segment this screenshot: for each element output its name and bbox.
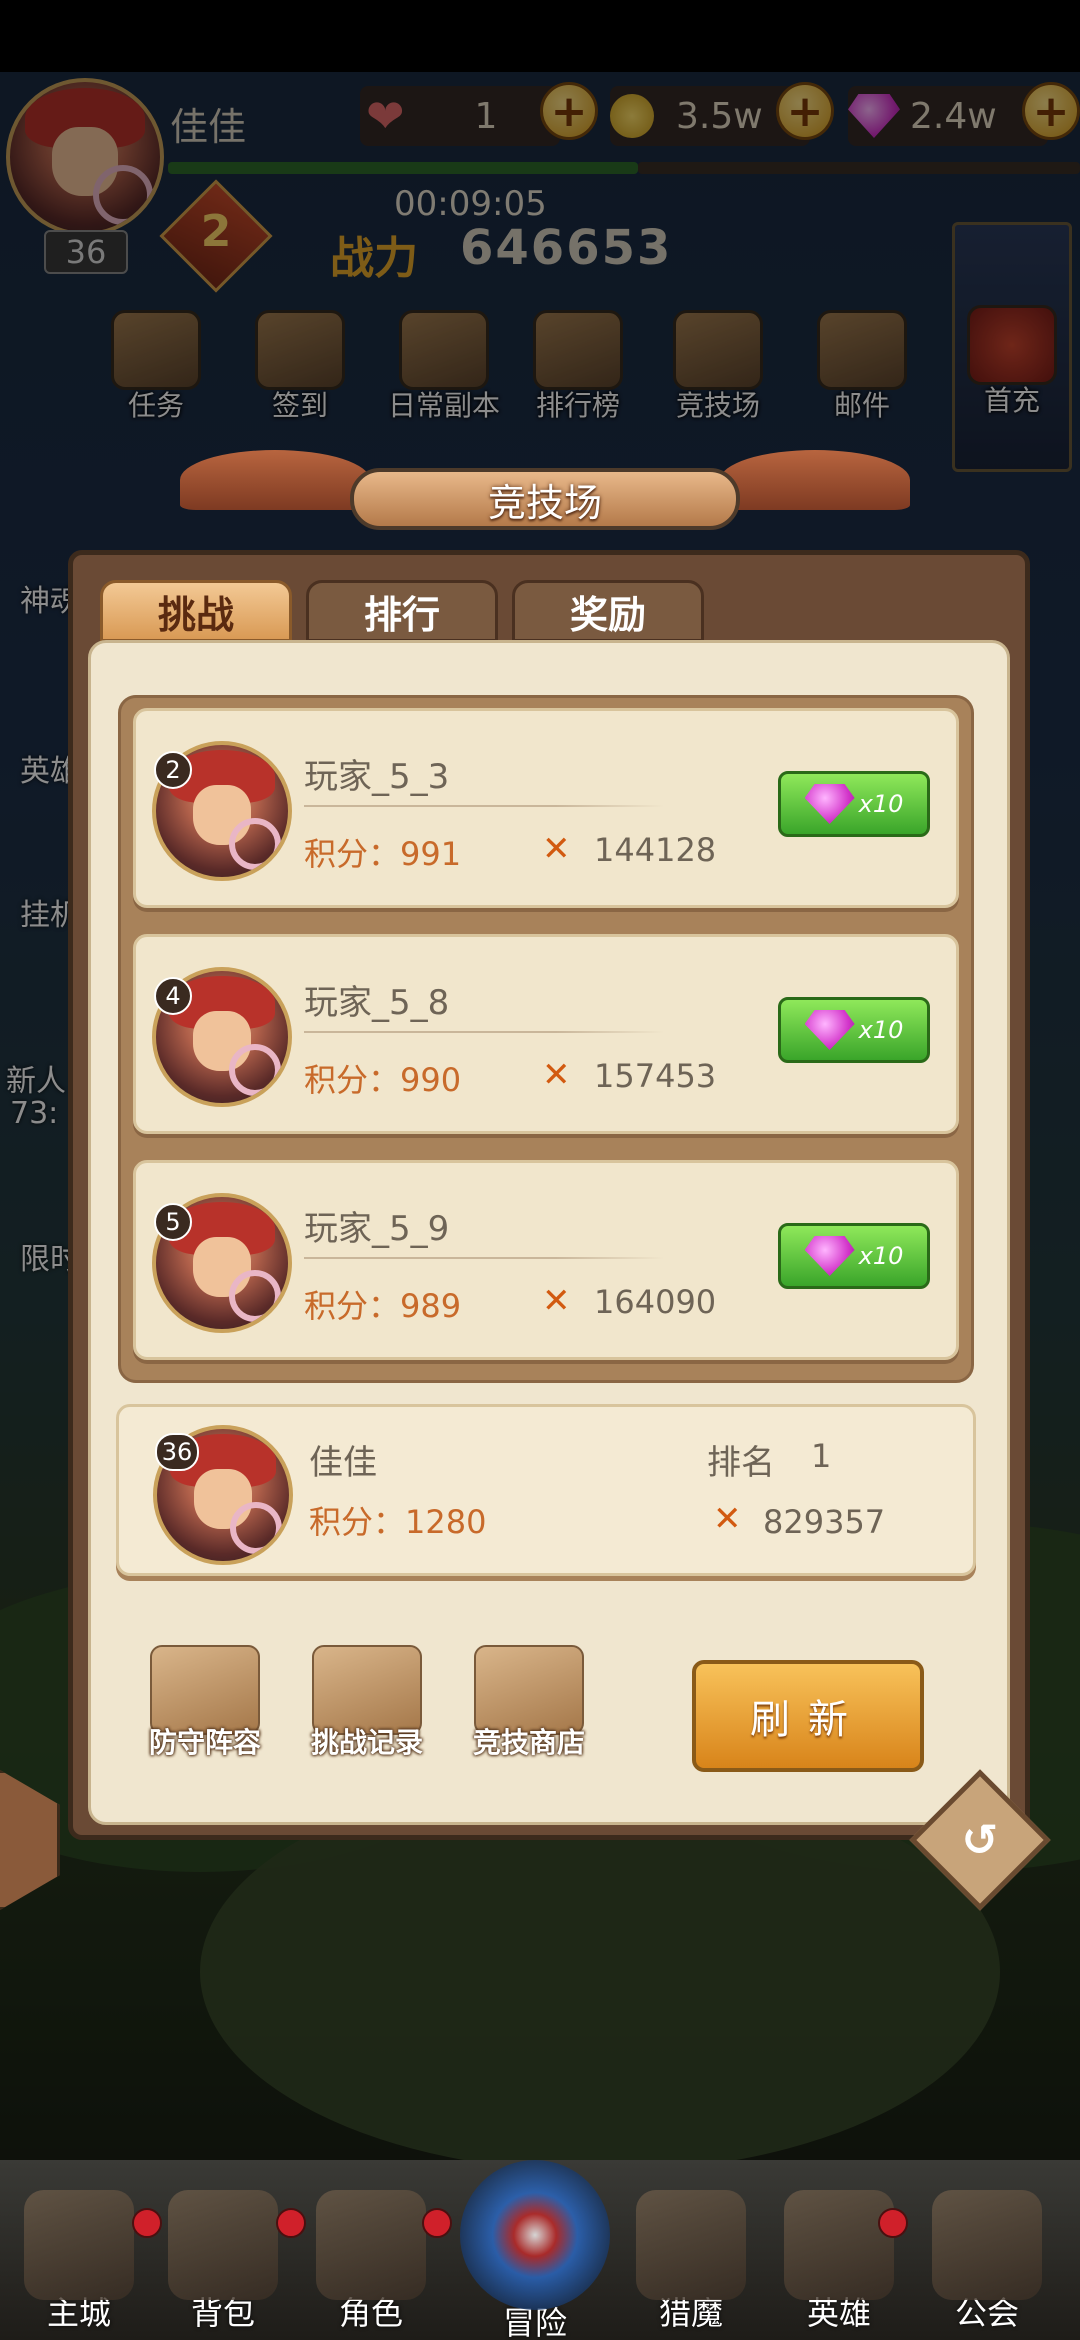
my-rank: 1 xyxy=(811,1437,832,1475)
challenge-reward: x10 xyxy=(858,1016,904,1044)
nav-adventure[interactable]: 冒险 xyxy=(460,2160,610,2340)
divider xyxy=(304,1031,664,1033)
power-icon: ✕ xyxy=(542,1055,571,1095)
arena-shop-label: 竞技商店 xyxy=(472,1726,585,1759)
nav-guild[interactable]: 公会 xyxy=(912,2190,1062,2334)
refresh-button[interactable]: 刷新 xyxy=(692,1660,924,1772)
tab-challenge[interactable]: 挑战 xyxy=(100,580,292,642)
opponent-name: 玩家_5_8 xyxy=(304,983,450,1023)
opponent-power: 164090 xyxy=(594,1283,717,1321)
opponent-power: 144128 xyxy=(594,831,717,869)
power-icon: ✕ xyxy=(713,1499,742,1539)
guild-icon xyxy=(932,2190,1042,2300)
opponent-power: 157453 xyxy=(594,1057,717,1095)
gem-icon xyxy=(804,1010,855,1050)
defense-lineup-button[interactable]: 防守阵容 xyxy=(120,1645,290,1761)
gem-icon xyxy=(804,784,855,824)
tab-ranking[interactable]: 排行 xyxy=(306,580,498,642)
divider xyxy=(304,805,664,807)
my-rank-label: 排名 xyxy=(707,1443,775,1483)
battle-log-button[interactable]: 挑战记录 xyxy=(282,1645,452,1761)
challenge-reward: x10 xyxy=(858,790,904,818)
my-arena-card: 36 佳佳 积分：1280 排名 1 ✕ 829357 xyxy=(116,1404,976,1576)
challenge-reward: x10 xyxy=(858,1242,904,1270)
power-icon: ✕ xyxy=(542,829,571,869)
opponent-score: 积分：990 xyxy=(304,1061,462,1099)
opponent-rank-badge: 5 xyxy=(154,1203,192,1241)
opponent-name: 玩家_5_9 xyxy=(304,1209,450,1249)
nav-bag[interactable]: 背包 xyxy=(148,2190,298,2334)
opponent-name: 玩家_5_3 xyxy=(304,757,450,797)
swords-icon xyxy=(784,2190,894,2300)
battle-log-label: 挑战记录 xyxy=(310,1726,423,1759)
back-arrow-icon: ↺ xyxy=(961,1814,999,1866)
title-wing-right xyxy=(720,450,910,510)
opponent-card[interactable]: 2 玩家_5_3 积分：991 ✕ 144128 x10 xyxy=(133,708,959,908)
nav-demon-hunt[interactable]: 猎魔 xyxy=(616,2190,766,2334)
tab-rewards[interactable]: 奖励 xyxy=(512,580,704,642)
helmet-icon xyxy=(636,2190,746,2300)
chest-icon xyxy=(168,2190,278,2300)
challenge-button[interactable]: x10 xyxy=(778,771,930,837)
notification-dot xyxy=(422,2208,452,2238)
target-icon xyxy=(460,2160,610,2310)
divider xyxy=(304,1257,664,1259)
gem-icon xyxy=(804,1236,855,1276)
my-power: 829357 xyxy=(763,1503,886,1541)
power-icon: ✕ xyxy=(542,1281,571,1321)
challenge-button[interactable]: x10 xyxy=(778,997,930,1063)
opponent-score: 积分：989 xyxy=(304,1287,462,1325)
title-wing-left xyxy=(180,450,370,510)
notification-dot xyxy=(878,2208,908,2238)
character-icon xyxy=(316,2190,426,2300)
opponent-rank-badge: 4 xyxy=(154,977,192,1015)
nav-character[interactable]: 角色 xyxy=(296,2190,446,2334)
castle-icon xyxy=(24,2190,134,2300)
opponent-card[interactable]: 4 玩家_5_8 积分：990 ✕ 157453 x10 xyxy=(133,934,959,1134)
nav-main-city[interactable]: 主城 xyxy=(4,2190,154,2334)
opponent-card[interactable]: 5 玩家_5_9 积分：989 ✕ 164090 x10 xyxy=(133,1160,959,1360)
opponent-score: 积分：991 xyxy=(304,835,462,873)
arena-shop-button[interactable]: 竞技商店 xyxy=(444,1645,614,1761)
panel-title: 竞技场 xyxy=(350,468,740,530)
opponent-rank-badge: 2 xyxy=(154,751,192,789)
refresh-label: 刷新 xyxy=(750,1697,866,1743)
my-name: 佳佳 xyxy=(309,1443,377,1483)
my-score: 积分：1280 xyxy=(309,1503,487,1541)
defense-lineup-label: 防守阵容 xyxy=(148,1726,261,1759)
challenge-button[interactable]: x10 xyxy=(778,1223,930,1289)
my-level-badge: 36 xyxy=(155,1433,199,1471)
